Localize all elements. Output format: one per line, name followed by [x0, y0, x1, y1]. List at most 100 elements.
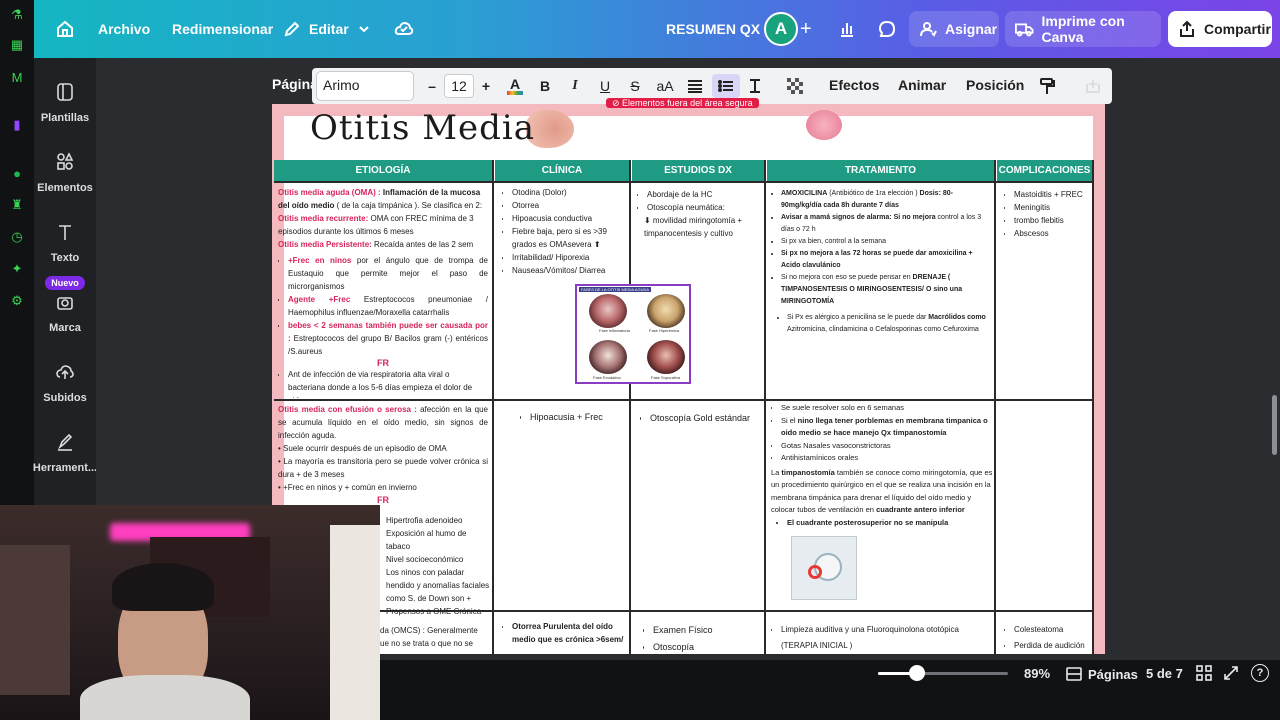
list-button[interactable] — [712, 74, 740, 98]
letter-case-button[interactable]: aA — [654, 74, 676, 98]
twitch-icon[interactable]: ▮ — [8, 116, 26, 134]
strikethrough-button[interactable]: S — [626, 74, 644, 98]
settings-icon[interactable]: ⚙ — [8, 292, 26, 310]
pages-button[interactable]: Páginas — [1066, 664, 1138, 684]
fr-label: FR — [377, 358, 389, 368]
header-tratamiento: TRATAMIENTO — [767, 160, 994, 181]
cell-complicaciones-oma[interactable]: Mastoiditis + FREC Meningitis trombo fle… — [1004, 188, 1090, 240]
cell-tratamiento-cronica[interactable]: Limpieza auditiva y una Fluoroquinolona … — [771, 622, 991, 654]
assign-user-icon — [920, 22, 937, 37]
effects-button[interactable]: Efectos — [829, 77, 880, 93]
cell-etiologia-oma[interactable]: Otitis media aguda (OMA) : Inflamación d… — [278, 186, 488, 398]
sidebar-item-texto[interactable]: Texto — [34, 222, 96, 264]
document-title-heading[interactable]: Otitis Media — [310, 108, 535, 148]
text: Azitromicina, clindamicina o Cefalospori… — [787, 326, 979, 333]
cell-tratamiento-oma[interactable]: AMOXICILINA (Antibiótico de 1ra elección… — [771, 188, 991, 336]
color-swatch — [507, 91, 523, 95]
avatar[interactable]: A — [764, 12, 798, 46]
bold-button[interactable]: B — [536, 74, 554, 98]
image-caption: Fase Exudativa — [593, 375, 621, 380]
font-size-decrease-button[interactable]: – — [424, 74, 440, 98]
print-with-canva-button[interactable]: Imprime con Canva — [1005, 11, 1161, 47]
add-page-icon[interactable] — [1084, 74, 1102, 98]
sidebar-item-plantillas[interactable]: Plantillas — [34, 82, 96, 124]
animate-button[interactable]: Animar — [898, 77, 946, 93]
list-item: Se suele resolver solo en 6 semanas — [781, 402, 993, 415]
cell-estudios-oma[interactable]: Abordaje de la HC Otoscopía neumática: ⬇… — [637, 188, 761, 240]
grid-view-button[interactable] — [1196, 665, 1212, 686]
list-item: Si px no mejora a las 72 horas se puede … — [781, 248, 991, 272]
font-family-select[interactable]: Arimo — [316, 71, 414, 101]
list-item: Otoscopía Gold estándar — [650, 411, 760, 426]
wall — [330, 525, 380, 720]
fullscreen-button[interactable] — [1223, 665, 1239, 686]
bullet-list-icon — [718, 80, 733, 92]
list-item: Agente +Frec Estreptococos pneumoniae / … — [288, 293, 488, 319]
font-size-increase-button[interactable]: + — [478, 74, 494, 98]
text: • +Frec en ninos y + común en invierno — [278, 483, 417, 492]
comments-button[interactable] — [877, 0, 897, 58]
cell-clinica-oma[interactable]: Otodina (Dolor) Otorrea Hipoacusia condu… — [502, 186, 628, 282]
cell-estudios-cronica[interactable]: Examen Físico Otoscopía — [643, 622, 761, 656]
extension-icon[interactable]: M — [8, 68, 26, 86]
font-size-input[interactable]: 12 — [444, 74, 474, 98]
sidebar-item-elementos[interactable]: Elementos — [34, 152, 96, 194]
text: Si no mejora — [891, 214, 936, 221]
canvas-scrollbar[interactable] — [1272, 395, 1277, 455]
share-button[interactable]: Compartir — [1168, 11, 1272, 47]
spotify-icon[interactable]: ● — [8, 164, 26, 182]
ear-diagram-image[interactable] — [791, 536, 857, 600]
cell-estudios-efusion[interactable]: Otoscopía Gold estándar — [640, 411, 760, 426]
otitis-phases-image[interactable]: FASES DE LA OTITIS MEDIA AGUDA Fase Infl… — [575, 284, 691, 384]
cell-complicaciones-cronica[interactable]: Colesteatoma Perdida de audición — [1004, 622, 1092, 654]
spacing-button[interactable] — [746, 74, 764, 98]
text: Si no mejora con eso se puede pensar en — [781, 274, 911, 281]
position-button[interactable]: Posición — [966, 77, 1024, 93]
clock-icon[interactable]: ◷ — [8, 228, 26, 246]
help-button[interactable]: ? — [1251, 664, 1269, 682]
cell-clinica-cronica[interactable]: Otorrea Purulenta del oído medio que es … — [502, 620, 628, 652]
home-button[interactable] — [55, 0, 75, 58]
cell-fr-list[interactable]: Hipertrofia adenoideo Exposición al humo… — [386, 514, 490, 618]
archivo-menu[interactable]: Archivo — [98, 0, 150, 58]
list-item: Ant de infección de via respiratoria alt… — [288, 368, 488, 398]
page-counter[interactable]: 5 de 7 — [1146, 666, 1183, 681]
cell-clinica-efusion[interactable]: Hipoacusia + Frec — [520, 411, 628, 424]
canva-editor: ⚗ ▦ M ▮ ● ♜ ◷ ✦ ⚙ Archivo Redimensionar … — [0, 0, 1280, 720]
insights-button[interactable] — [838, 0, 856, 58]
draw-tool-icon — [58, 433, 73, 451]
cloud-save-button[interactable] — [394, 0, 414, 58]
text: Avisar a mamá signos de alarma: — [781, 214, 892, 221]
home-icon — [57, 20, 73, 37]
transparency-button[interactable] — [786, 74, 804, 98]
list-item: Si px va bien, control a la semana — [781, 236, 991, 248]
zoom-level[interactable]: 89% — [1024, 666, 1050, 681]
zoom-slider[interactable] — [878, 665, 1008, 681]
cell-etiologia-efusion[interactable]: Otitis media con efusión o serosa : afec… — [278, 403, 488, 507]
text-color-button[interactable]: A — [505, 74, 525, 98]
sidebar-item-subidos[interactable]: Subidos — [34, 362, 96, 404]
extension-icon[interactable]: ⚗ — [8, 6, 26, 24]
zoom-slider-handle[interactable] — [909, 665, 925, 681]
document-title[interactable]: RESUMEN QX — [666, 0, 760, 58]
puzzle-icon[interactable]: ✦ — [8, 260, 26, 278]
editar-menu[interactable]: Editar — [283, 0, 371, 58]
cloud-check-icon — [394, 21, 414, 35]
extension-icon[interactable]: ▦ — [8, 36, 26, 54]
align-button[interactable] — [686, 74, 704, 98]
extension-icon[interactable]: ♜ — [8, 196, 26, 214]
text: Macrólidos como — [926, 314, 986, 321]
sidebar-item-marca[interactable]: Nuevo Marca — [34, 276, 96, 334]
table-divider — [492, 160, 494, 655]
italic-button[interactable]: I — [566, 74, 584, 98]
text: • La mayoría es transitoria pero se pued… — [278, 457, 488, 479]
sidebar-item-herramientas[interactable]: Herrament... — [33, 432, 97, 474]
cell-tratamiento-efusion[interactable]: Se suele resolver solo en 6 semanas Si e… — [771, 402, 993, 529]
share-icon — [1180, 20, 1194, 37]
copy-style-button[interactable] — [1038, 74, 1056, 98]
cell-etiologia-cronica[interactable]: da (OMCS) : Generalmente ue no se trata … — [380, 624, 490, 650]
add-collaborator-button[interactable]: + — [800, 0, 812, 58]
underline-button[interactable]: U — [596, 74, 614, 98]
asignar-button[interactable]: Asignar — [909, 11, 999, 47]
redimensionar-button[interactable]: Redimensionar — [172, 0, 273, 58]
